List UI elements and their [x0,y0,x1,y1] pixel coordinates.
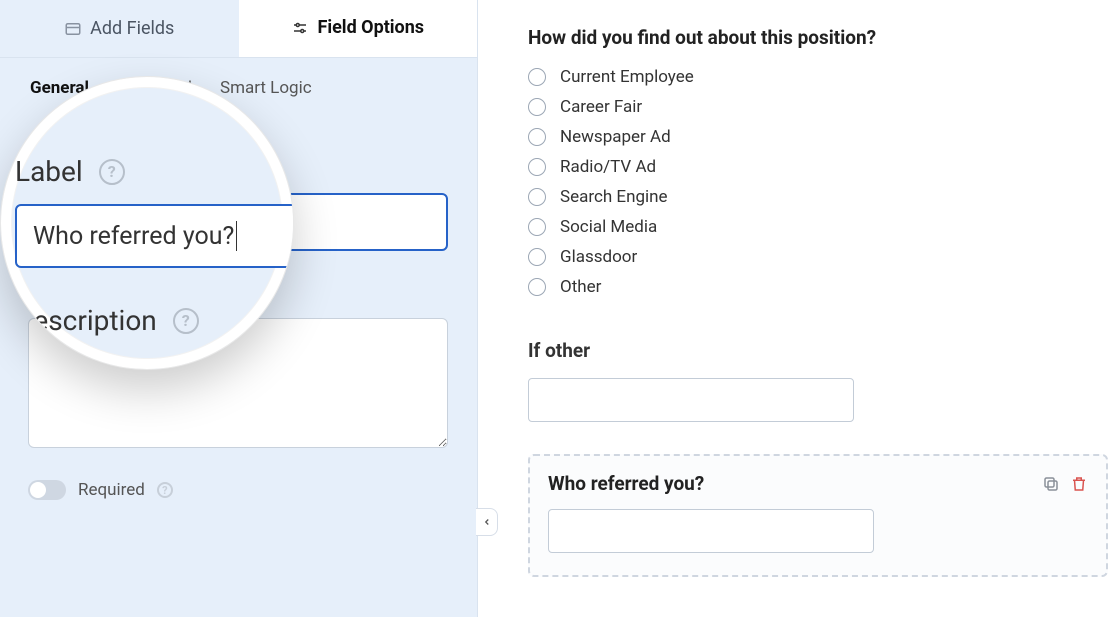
label-heading-text: Label [28,154,81,179]
radio-icon [528,218,546,236]
radio-icon [528,128,546,146]
label-heading: Label ? [28,154,449,179]
tab-field-options[interactable]: Field Options [239,0,478,57]
collapse-panel-button[interactable] [476,508,498,536]
subtab-smart-logic[interactable]: Smart Logic [220,78,312,104]
card-icon [64,20,82,38]
form-preview: How did you find out about this position… [500,0,1116,617]
description-input[interactable] [28,318,448,448]
radio-icon [528,68,546,86]
radio-icon [528,248,546,266]
radio-item[interactable]: Career Fair [528,97,1094,117]
help-icon[interactable]: ? [151,281,173,303]
description-row: Description ? [28,279,449,452]
subtab-general[interactable]: General [30,78,89,104]
radio-label: Social Media [560,217,657,237]
label-input[interactable] [28,193,448,251]
if-other-input[interactable] [528,378,854,422]
subtabs: General Advanced Smart Logic [0,58,477,110]
radio-label: Other [560,277,601,297]
question-1-label: How did you find out about this position… [528,26,1094,49]
sliders-icon [291,19,309,37]
required-row: Required ? [0,480,477,500]
radio-label: Search Engine [560,187,668,207]
trash-icon[interactable] [1070,475,1088,493]
radio-icon [528,98,546,116]
tab-strip: Add Fields Field Options [0,0,477,58]
label-row: Label ? [28,154,449,251]
radio-item[interactable]: Current Employee [528,67,1094,87]
duplicate-icon[interactable] [1042,475,1060,493]
description-heading-text: Description [28,279,139,304]
radio-list: Current Employee Career Fair Newspaper A… [528,67,1094,297]
selected-field-title: Who referred you? [548,472,704,495]
radio-label: Radio/TV Ad [560,157,656,177]
radio-item[interactable]: Radio/TV Ad [528,157,1094,177]
left-panel: Add Fields Field Options General Advance… [0,0,478,617]
field-editor: Label ? Description ? [0,110,477,452]
required-toggle[interactable] [28,480,66,500]
tab-add-fields[interactable]: Add Fields [0,0,239,57]
chevron-left-icon [482,517,492,527]
radio-label: Career Fair [560,97,642,117]
if-other-label: If other [528,339,1094,362]
radio-label: Current Employee [560,67,694,87]
subtab-advanced[interactable]: Advanced [117,78,192,104]
tab-add-fields-label: Add Fields [90,18,174,39]
radio-icon [528,158,546,176]
radio-item[interactable]: Social Media [528,217,1094,237]
required-label: Required [78,480,145,500]
radio-item[interactable]: Glassdoor [528,247,1094,267]
radio-item[interactable]: Search Engine [528,187,1094,207]
selected-field[interactable]: Who referred you? [528,454,1108,577]
radio-item[interactable]: Other [528,277,1094,297]
radio-icon [528,188,546,206]
selected-field-header: Who referred you? [548,472,1088,495]
tab-field-options-label: Field Options [317,17,424,38]
radio-item[interactable]: Newspaper Ad [528,127,1094,147]
radio-label: Glassdoor [560,247,637,267]
selected-field-input[interactable] [548,509,874,553]
selected-field-actions [1042,475,1088,493]
radio-label: Newspaper Ad [560,127,671,147]
help-icon[interactable]: ? [93,156,115,178]
help-icon[interactable]: ? [157,482,173,498]
radio-icon [528,278,546,296]
description-heading: Description ? [28,279,449,304]
